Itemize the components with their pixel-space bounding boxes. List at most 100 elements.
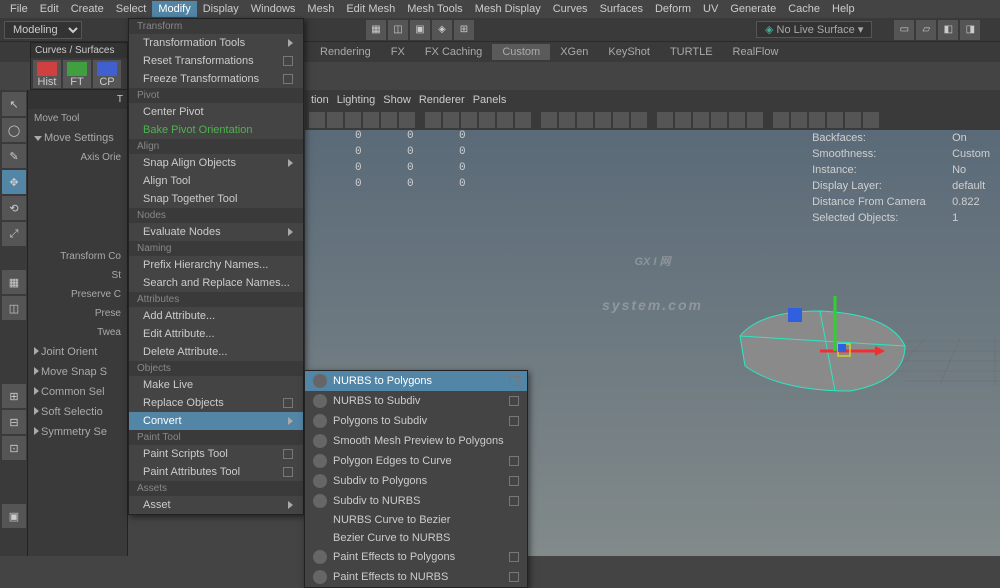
menubar-item-modify[interactable]: Modify bbox=[152, 1, 196, 17]
submenu-item-paint-effects-to-nurbs[interactable]: Paint Effects to NURBS bbox=[305, 567, 527, 587]
submenu-item-nurbs-to-polygons[interactable]: NURBS to Polygons bbox=[305, 371, 527, 391]
viewport-toolbar-icon[interactable] bbox=[711, 112, 727, 128]
viewport-toolbar-icon[interactable] bbox=[497, 112, 513, 128]
toolbar-icon[interactable]: ◈ bbox=[432, 20, 452, 40]
menu-item-convert[interactable]: Convert bbox=[129, 412, 303, 430]
no-live-surface[interactable]: ◈ No Live Surface ▾ bbox=[756, 21, 872, 38]
submenu-item-nurbs-to-subdiv[interactable]: NURBS to Subdiv bbox=[305, 391, 527, 411]
section-collapsible[interactable]: Soft Selectio bbox=[28, 402, 127, 422]
shelf-icon[interactable]: FT bbox=[63, 60, 91, 88]
viewport-toolbar-icon[interactable] bbox=[827, 112, 843, 128]
section-collapsible[interactable]: Move Snap S bbox=[28, 362, 127, 382]
viewport-toolbar-icon[interactable] bbox=[657, 112, 673, 128]
section-collapsible[interactable]: Joint Orient bbox=[28, 342, 127, 362]
viewport-toolbar-icon[interactable] bbox=[443, 112, 459, 128]
menu-item-freeze-transformations[interactable]: Freeze Transformations bbox=[129, 70, 303, 88]
menu-item-snap-together-tool[interactable]: Snap Together Tool bbox=[129, 190, 303, 208]
layout-icon[interactable]: ▦ bbox=[2, 270, 26, 294]
menubar-item-curves[interactable]: Curves bbox=[547, 1, 594, 17]
menubar-item-mesh-display[interactable]: Mesh Display bbox=[469, 1, 547, 17]
viewport-menu-tion[interactable]: tion bbox=[311, 94, 329, 106]
paint-tool-icon[interactable]: ✎ bbox=[2, 144, 26, 168]
viewport-toolbar-icon[interactable] bbox=[363, 112, 379, 128]
menu-item-add-attribute-[interactable]: Add Attribute... bbox=[129, 307, 303, 325]
option-box-icon[interactable] bbox=[509, 396, 519, 406]
viewport-toolbar-icon[interactable] bbox=[479, 112, 495, 128]
rotate-tool-icon[interactable]: ⟲ bbox=[2, 196, 26, 220]
toolbar-icon[interactable]: ◨ bbox=[960, 20, 980, 40]
viewport-toolbar-icon[interactable] bbox=[791, 112, 807, 128]
option-box-icon[interactable] bbox=[509, 376, 519, 386]
menu-item-edit-attribute-[interactable]: Edit Attribute... bbox=[129, 325, 303, 343]
submenu-item-subdiv-to-polygons[interactable]: Subdiv to Polygons bbox=[305, 471, 527, 491]
menu-item-snap-align-objects[interactable]: Snap Align Objects bbox=[129, 154, 303, 172]
shelf-icon[interactable]: CP bbox=[93, 60, 121, 88]
menubar-item-surfaces[interactable]: Surfaces bbox=[594, 1, 649, 17]
menu-item-search-and-replace-names-[interactable]: Search and Replace Names... bbox=[129, 274, 303, 292]
menu-item-replace-objects[interactable]: Replace Objects bbox=[129, 394, 303, 412]
toolbar-icon[interactable]: ▦ bbox=[366, 20, 386, 40]
viewport-toolbar-icon[interactable] bbox=[381, 112, 397, 128]
layout-icon[interactable]: ◫ bbox=[2, 296, 26, 320]
viewport-toolbar-icon[interactable] bbox=[809, 112, 825, 128]
shelf-tab-rendering[interactable]: Rendering bbox=[310, 44, 381, 60]
option-box-icon[interactable] bbox=[509, 496, 519, 506]
viewport-toolbar-icon[interactable] bbox=[631, 112, 647, 128]
move-settings-header[interactable]: Move Settings bbox=[28, 128, 127, 148]
viewport-toolbar-icon[interactable] bbox=[747, 112, 763, 128]
viewport-menu-show[interactable]: Show bbox=[383, 94, 411, 106]
menubar-item-display[interactable]: Display bbox=[197, 1, 245, 17]
menu-item-center-pivot[interactable]: Center Pivot bbox=[129, 103, 303, 121]
viewport-toolbar-icon[interactable] bbox=[863, 112, 879, 128]
shelf-icon[interactable]: Hist bbox=[33, 60, 61, 88]
lasso-tool-icon[interactable]: ◯ bbox=[2, 118, 26, 142]
shelf-tab-custom[interactable]: Custom bbox=[492, 44, 550, 60]
menu-item-asset[interactable]: Asset bbox=[129, 496, 303, 514]
viewport-menu-renderer[interactable]: Renderer bbox=[419, 94, 465, 106]
shelf-tab-realflow[interactable]: RealFlow bbox=[723, 44, 789, 60]
viewport-toolbar-icon[interactable] bbox=[345, 112, 361, 128]
menubar-item-deform[interactable]: Deform bbox=[649, 1, 697, 17]
submenu-item-bezier-curve-to-nurbs[interactable]: Bezier Curve to NURBS bbox=[305, 529, 527, 547]
menu-item-bake-pivot-orientation[interactable]: Bake Pivot Orientation bbox=[129, 121, 303, 139]
toolbar-icon[interactable]: ⊞ bbox=[454, 20, 474, 40]
option-box-icon[interactable] bbox=[283, 56, 293, 66]
menubar-item-select[interactable]: Select bbox=[110, 1, 153, 17]
submenu-item-smooth-mesh-preview-to-polygons[interactable]: Smooth Mesh Preview to Polygons bbox=[305, 431, 527, 451]
toolbar-icon[interactable]: ◧ bbox=[938, 20, 958, 40]
viewport-toolbar-icon[interactable] bbox=[399, 112, 415, 128]
shelf-tab-fx[interactable]: FX bbox=[381, 44, 415, 60]
menubar-item-uv[interactable]: UV bbox=[697, 1, 724, 17]
viewport-toolbar-icon[interactable] bbox=[675, 112, 691, 128]
toolbar-icon[interactable]: ▣ bbox=[410, 20, 430, 40]
toolbar-icon[interactable]: ▭ bbox=[894, 20, 914, 40]
viewport-menu-lighting[interactable]: Lighting bbox=[337, 94, 376, 106]
viewport-toolbar-icon[interactable] bbox=[693, 112, 709, 128]
option-box-icon[interactable] bbox=[283, 398, 293, 408]
toolbar-icon[interactable]: ◫ bbox=[388, 20, 408, 40]
option-box-icon[interactable] bbox=[283, 467, 293, 477]
viewport-toolbar-icon[interactable] bbox=[613, 112, 629, 128]
option-box-icon[interactable] bbox=[283, 74, 293, 84]
render-icon[interactable]: ▣ bbox=[2, 504, 26, 528]
section-collapsible[interactable]: Symmetry Se bbox=[28, 422, 127, 442]
submenu-item-polygons-to-subdiv[interactable]: Polygons to Subdiv bbox=[305, 411, 527, 431]
toolbar-icon[interactable]: ▱ bbox=[916, 20, 936, 40]
viewport-toolbar-icon[interactable] bbox=[515, 112, 531, 128]
viewport-object[interactable] bbox=[720, 296, 920, 416]
menubar-item-edit[interactable]: Edit bbox=[34, 1, 65, 17]
menu-item-delete-attribute-[interactable]: Delete Attribute... bbox=[129, 343, 303, 361]
option-box-icon[interactable] bbox=[509, 552, 519, 562]
option-box-icon[interactable] bbox=[509, 416, 519, 426]
menu-item-prefix-hierarchy-names-[interactable]: Prefix Hierarchy Names... bbox=[129, 256, 303, 274]
section-collapsible[interactable]: Common Sel bbox=[28, 382, 127, 402]
viewport-menu-panels[interactable]: Panels bbox=[473, 94, 507, 106]
shelf-tab-keyshot[interactable]: KeyShot bbox=[598, 44, 660, 60]
menubar-item-generate[interactable]: Generate bbox=[724, 1, 782, 17]
submenu-item-polygon-edges-to-curve[interactable]: Polygon Edges to Curve bbox=[305, 451, 527, 471]
menu-item-evaluate-nodes[interactable]: Evaluate Nodes bbox=[129, 223, 303, 241]
viewport-toolbar-icon[interactable] bbox=[309, 112, 325, 128]
mode-selector[interactable]: Modeling bbox=[4, 21, 82, 39]
scale-tool-icon[interactable]: ⤢ bbox=[2, 222, 26, 246]
menubar-item-create[interactable]: Create bbox=[65, 1, 110, 17]
